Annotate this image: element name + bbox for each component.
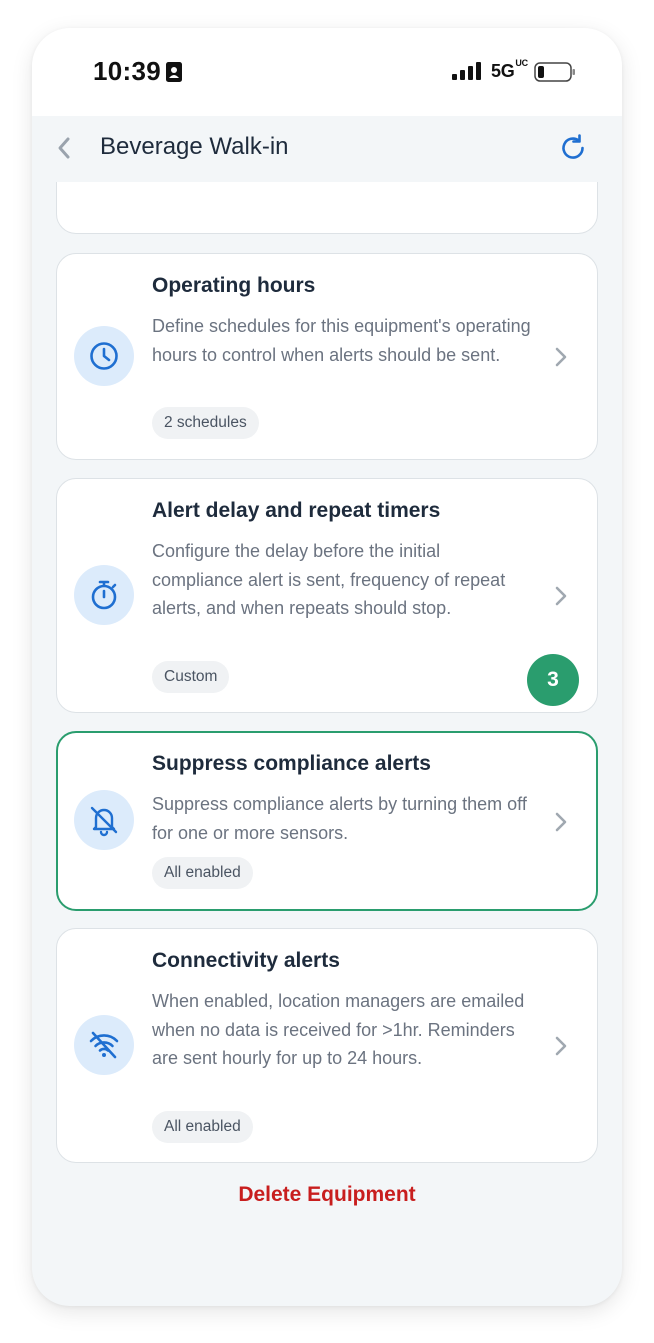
card-title: Alert delay and repeat timers (152, 499, 441, 522)
wifi-off-icon (74, 1015, 134, 1075)
bell-off-icon (74, 790, 134, 850)
back-chevron-icon[interactable] (56, 136, 72, 165)
network-label: 5G (491, 61, 515, 81)
delete-equipment-button[interactable]: Delete Equipment (32, 1183, 622, 1207)
settings-list: Operating hours Define schedules for thi… (32, 182, 622, 1306)
card-description: Suppress compliance alerts by turning th… (152, 794, 527, 843)
step-badge: 3 (527, 654, 579, 706)
card-tag: Custom (152, 661, 230, 693)
card-description: Define schedules for this equipment's op… (152, 316, 531, 365)
operating-hours-card[interactable]: Operating hours Define schedules for thi… (56, 253, 598, 460)
network-suffix: UC (515, 58, 528, 68)
chevron-right-icon (554, 346, 568, 373)
status-time: 10:39 (93, 56, 161, 86)
card-title: Connectivity alerts (152, 949, 340, 972)
suppress-alerts-card[interactable]: Suppress compliance alerts Suppress comp… (56, 731, 598, 911)
chevron-right-icon (554, 585, 568, 612)
previous-card[interactable] (56, 182, 598, 234)
card-tag: All enabled (152, 1111, 253, 1143)
id-card-icon (165, 61, 183, 88)
card-description: When enabled, location managers are emai… (152, 991, 525, 1068)
alert-delay-card[interactable]: Alert delay and repeat timers Configure … (56, 478, 598, 713)
card-description: Configure the delay before the initial c… (152, 541, 506, 618)
refresh-icon[interactable] (558, 133, 588, 168)
cellular-signal-icon (452, 62, 482, 85)
card-title: Operating hours (152, 274, 316, 297)
app-header: Beverage Walk-in (32, 116, 622, 182)
chevron-right-icon (554, 1035, 568, 1062)
page-title: Beverage Walk-in (100, 133, 289, 160)
connectivity-alerts-card[interactable]: Connectivity alerts When enabled, locati… (56, 928, 598, 1163)
stopwatch-icon (74, 565, 134, 625)
card-tag: 2 schedules (152, 407, 259, 439)
card-tag: All enabled (152, 857, 253, 889)
card-title: Suppress compliance alerts (152, 752, 431, 775)
status-bar: 10:39 5GUC (32, 28, 622, 116)
clock-icon (74, 326, 134, 386)
network-type: 5GUC (491, 58, 528, 82)
battery-icon (534, 62, 576, 87)
chevron-right-icon (554, 811, 568, 838)
